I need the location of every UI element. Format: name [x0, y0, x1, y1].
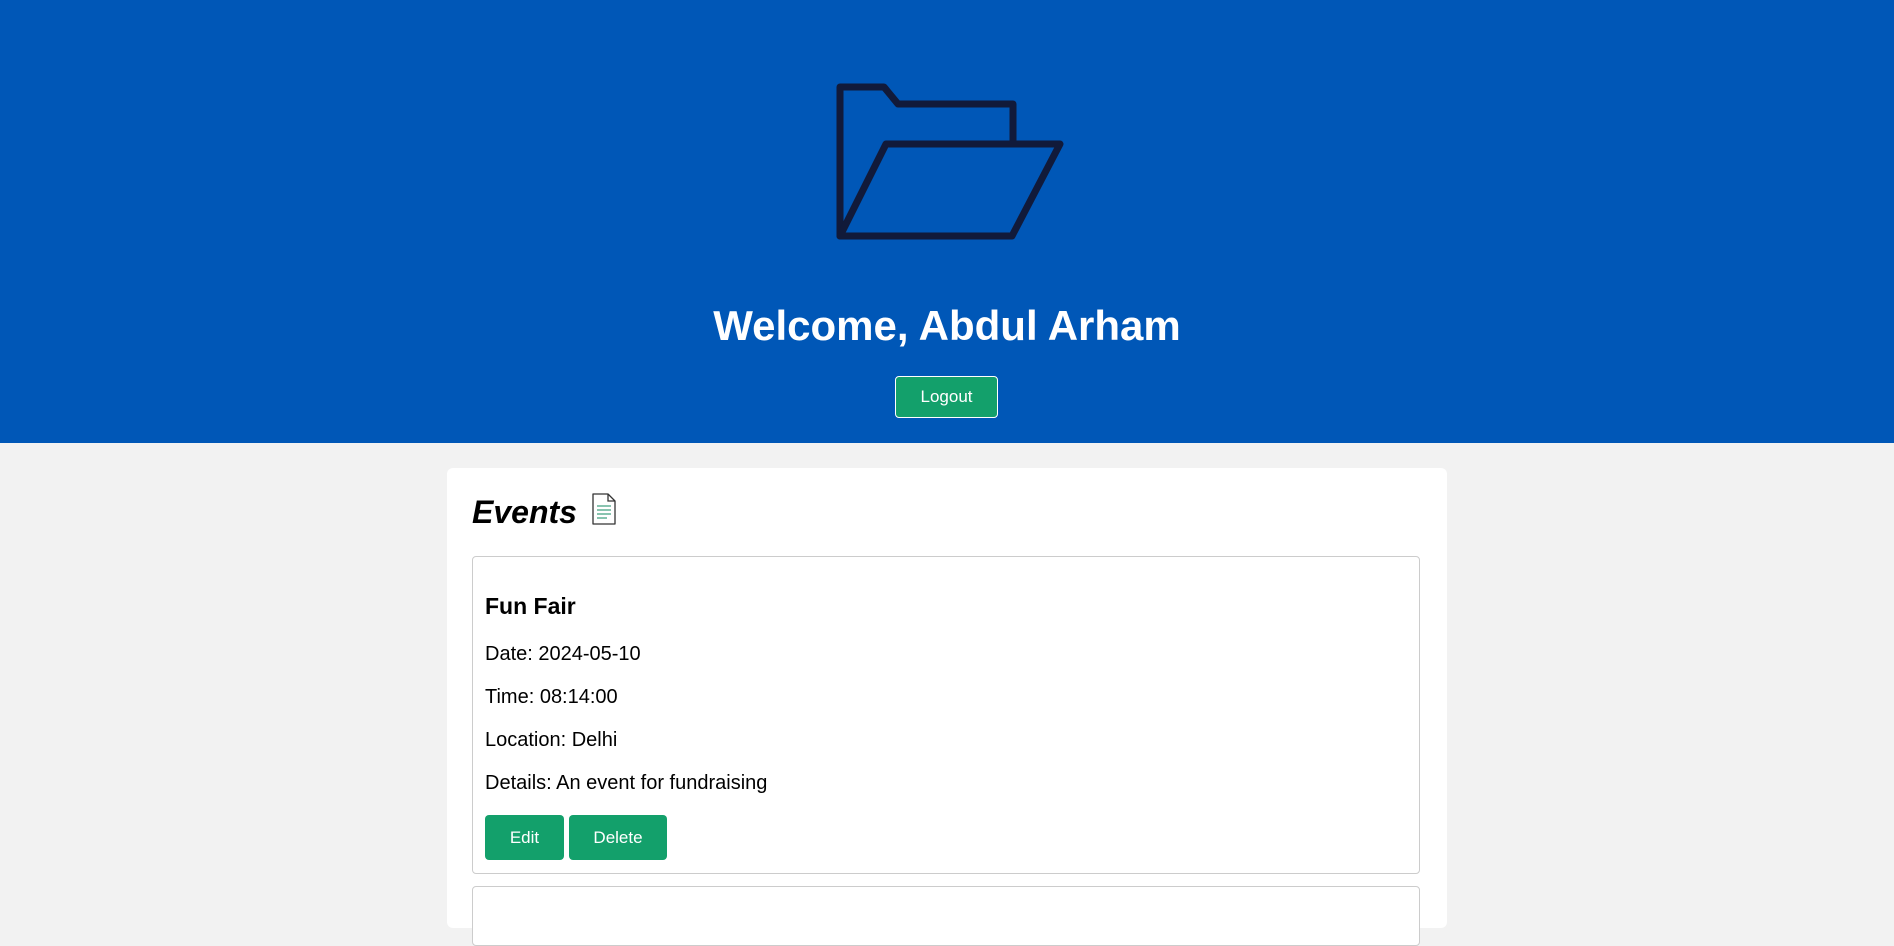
- events-panel: Events Fun Fair Date: 2024-05-10 Time: 0…: [447, 468, 1447, 946]
- edit-button[interactable]: Edit: [485, 815, 564, 860]
- delete-button[interactable]: Delete: [569, 815, 667, 860]
- events-panel-header: Events: [472, 490, 617, 534]
- event-card: Fun Fair Date: 2024-05-10 Time: 08:14:00…: [472, 556, 1420, 874]
- open-folder-icon: [836, 83, 1064, 240]
- event-location: Location: Delhi: [485, 729, 618, 751]
- welcome-header: Welcome, Abdul Arham Logout: [0, 0, 1894, 443]
- welcome-heading: Welcome, Abdul Arham: [713, 302, 1181, 349]
- document-icon: [592, 493, 616, 525]
- event-details: Details: An event for fundraising: [485, 772, 768, 794]
- event-card-partial: [472, 886, 1420, 946]
- event-time: Time: 08:14:00: [485, 686, 618, 708]
- event-date: Date: 2024-05-10: [485, 643, 641, 665]
- logout-button[interactable]: Logout: [895, 376, 998, 418]
- event-name: Fun Fair: [485, 593, 576, 619]
- events-title: Events: [472, 494, 577, 530]
